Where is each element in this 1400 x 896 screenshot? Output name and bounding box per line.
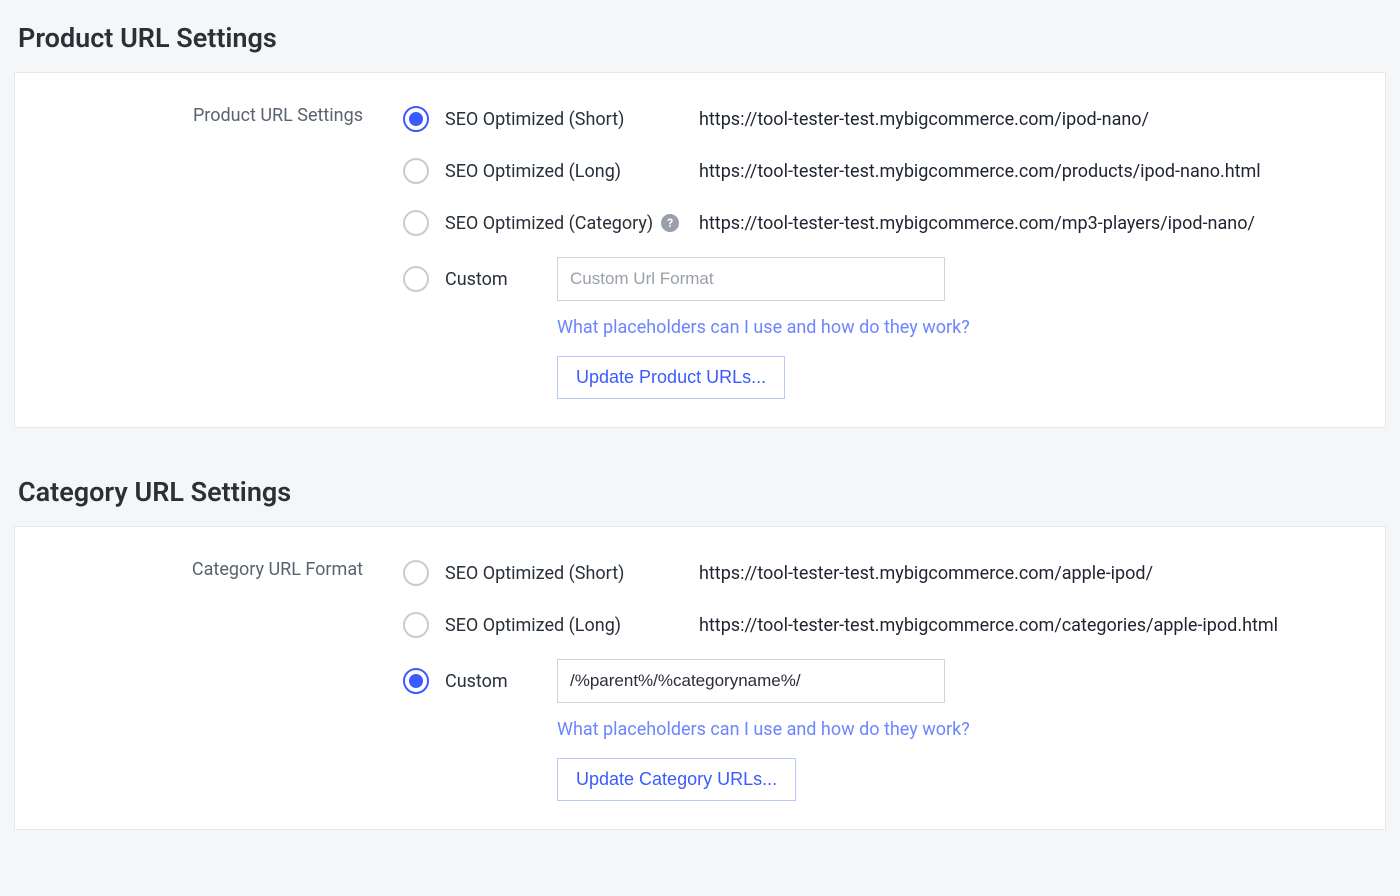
- product-url-field-label: Product URL Settings: [43, 101, 403, 126]
- category-option-custom[interactable]: Custom: [403, 659, 1357, 703]
- product-option-short-label: SEO Optimized (Short): [445, 109, 699, 130]
- radio-custom[interactable]: [403, 668, 429, 694]
- product-url-settings-title: Product URL Settings: [18, 22, 1386, 54]
- product-url-settings-panel: Product URL Settings SEO Optimized (Shor…: [14, 72, 1386, 428]
- category-url-field-label: Category URL Format: [43, 555, 403, 580]
- product-option-category-example: https://tool-tester-test.mybigcommerce.c…: [699, 213, 1255, 234]
- product-option-category[interactable]: SEO Optimized (Category) ? https://tool-…: [403, 205, 1357, 241]
- category-option-custom-label: Custom: [445, 671, 557, 692]
- radio-short[interactable]: [403, 106, 429, 132]
- category-option-short[interactable]: SEO Optimized (Short) https://tool-teste…: [403, 555, 1357, 591]
- product-option-long-label: SEO Optimized (Long): [445, 161, 699, 182]
- product-option-category-label: SEO Optimized (Category) ?: [445, 213, 699, 234]
- product-option-short[interactable]: SEO Optimized (Short) https://tool-teste…: [403, 101, 1357, 137]
- category-option-short-example: https://tool-tester-test.mybigcommerce.c…: [699, 563, 1153, 584]
- product-option-short-example: https://tool-tester-test.mybigcommerce.c…: [699, 109, 1149, 130]
- category-custom-url-input[interactable]: [557, 659, 945, 703]
- radio-long[interactable]: [403, 158, 429, 184]
- update-category-urls-button[interactable]: Update Category URLs...: [557, 758, 796, 801]
- radio-short[interactable]: [403, 560, 429, 586]
- category-url-settings-title: Category URL Settings: [18, 476, 1386, 508]
- category-placeholders-help-link[interactable]: What placeholders can I use and how do t…: [557, 719, 1357, 740]
- product-option-custom[interactable]: Custom: [403, 257, 1357, 301]
- product-option-long[interactable]: SEO Optimized (Long) https://tool-tester…: [403, 153, 1357, 189]
- radio-category[interactable]: [403, 210, 429, 236]
- category-option-short-label: SEO Optimized (Short): [445, 563, 699, 584]
- update-product-urls-button[interactable]: Update Product URLs...: [557, 356, 785, 399]
- product-placeholders-help-link[interactable]: What placeholders can I use and how do t…: [557, 317, 1357, 338]
- product-custom-url-input[interactable]: [557, 257, 945, 301]
- product-option-category-label-text: SEO Optimized (Category): [445, 213, 653, 234]
- help-icon[interactable]: ?: [661, 214, 679, 232]
- category-option-long-label: SEO Optimized (Long): [445, 615, 699, 636]
- category-url-settings-panel: Category URL Format SEO Optimized (Short…: [14, 526, 1386, 830]
- category-option-long-example: https://tool-tester-test.mybigcommerce.c…: [699, 615, 1278, 636]
- product-option-long-example: https://tool-tester-test.mybigcommerce.c…: [699, 161, 1261, 182]
- product-option-custom-label: Custom: [445, 269, 557, 290]
- radio-long[interactable]: [403, 612, 429, 638]
- radio-custom[interactable]: [403, 266, 429, 292]
- category-option-long[interactable]: SEO Optimized (Long) https://tool-tester…: [403, 607, 1357, 643]
